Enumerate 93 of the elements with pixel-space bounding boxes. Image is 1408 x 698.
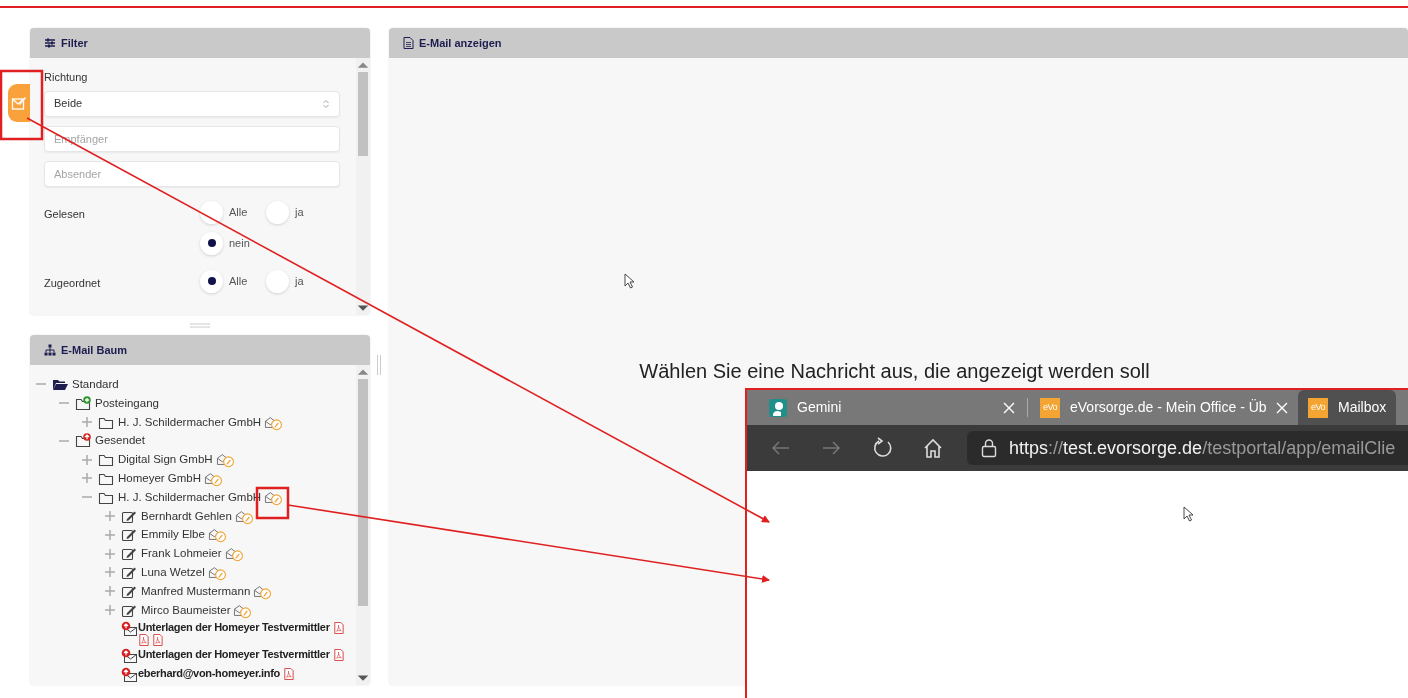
tree-item-label[interactable]: Mirco Baumeister bbox=[141, 600, 231, 620]
pdf-icon[interactable] bbox=[138, 634, 149, 647]
site-favicon bbox=[769, 398, 787, 417]
assign-mail-icon[interactable] bbox=[215, 452, 234, 469]
assign-mail-icon[interactable] bbox=[264, 414, 283, 431]
edit-icon bbox=[121, 546, 137, 562]
radio-button[interactable] bbox=[200, 231, 223, 255]
expand-icon[interactable] bbox=[105, 567, 115, 578]
text-field[interactable]: Absender bbox=[44, 160, 340, 187]
edit-icon bbox=[121, 527, 137, 543]
radio-label: nein bbox=[229, 235, 250, 251]
tree-item-label[interactable]: Emmily Elbe bbox=[141, 525, 205, 545]
expand-icon[interactable] bbox=[105, 510, 115, 521]
tree-item-label[interactable]: Standard bbox=[72, 375, 119, 394]
mail-subject[interactable]: eberhard@von-homeyer.info bbox=[138, 667, 280, 681]
envelope-upload-icon bbox=[121, 621, 138, 637]
lock-icon bbox=[981, 438, 997, 458]
close-icon[interactable] bbox=[1276, 401, 1288, 414]
cursor-icon bbox=[624, 273, 635, 289]
document-icon bbox=[403, 37, 414, 49]
field-label: Gelesen bbox=[44, 206, 86, 222]
pdf-icon[interactable] bbox=[332, 621, 344, 634]
folder-icon bbox=[98, 452, 114, 468]
site-favicon: eVo bbox=[1308, 397, 1328, 418]
tree-item-label[interactable]: Gesendet bbox=[95, 431, 145, 451]
assign-mail-icon[interactable] bbox=[264, 489, 283, 506]
tree-item-label[interactable]: Posteingang bbox=[95, 393, 159, 413]
sitemap-icon bbox=[44, 344, 56, 356]
tree-item-label[interactable]: Manfred Mustermann bbox=[141, 581, 251, 601]
open-folder-icon bbox=[52, 377, 68, 392]
scrollbar[interactable] bbox=[356, 58, 370, 315]
cursor-icon bbox=[1183, 506, 1194, 522]
tree-item-label[interactable]: Digital Sign GmbH bbox=[118, 450, 213, 469]
site-favicon: eVo bbox=[1040, 397, 1060, 418]
assign-mail-icon[interactable] bbox=[207, 527, 226, 544]
browser-tab[interactable]: Gemini bbox=[759, 390, 1025, 425]
assign-mail-icon[interactable] bbox=[233, 602, 252, 619]
url-text: https://test.evorsorge.de/testportal/app/emailClie bbox=[1009, 436, 1396, 460]
side-tab[interactable] bbox=[8, 84, 30, 122]
mail-subject[interactable]: Unterlagen der Homeyer Testvermittler bbox=[138, 648, 330, 662]
assign-mail-icon[interactable] bbox=[204, 471, 223, 487]
folder-upload-icon bbox=[75, 433, 91, 449]
annotation-box bbox=[0, 69, 44, 141]
scrollbar[interactable] bbox=[356, 365, 370, 685]
mail-subject[interactable]: Unterlagen der Homeyer Testvermittler bbox=[138, 621, 330, 635]
browser-tab[interactable]: eVo Mailbox bbox=[1298, 390, 1397, 425]
address-bar[interactable]: https://test.evorsorge.de/testportal/app/emailClie bbox=[967, 431, 1408, 465]
expand-icon[interactable] bbox=[105, 604, 115, 615]
tree-item-label[interactable]: H. J. Schildermacher GmbH bbox=[118, 412, 262, 432]
scrollbar-thumb[interactable] bbox=[358, 379, 368, 606]
radio-button[interactable] bbox=[266, 200, 289, 224]
filter-icon bbox=[44, 37, 56, 49]
folder-icon bbox=[98, 471, 114, 486]
pdf-icon[interactable] bbox=[283, 667, 294, 680]
expand-icon[interactable] bbox=[82, 454, 92, 465]
field-label: Richtung bbox=[44, 70, 89, 85]
radio-label: Alle bbox=[229, 273, 248, 289]
browser-tab[interactable]: eVo eVorsorge.de - Mein Office - Üb bbox=[1030, 390, 1298, 425]
assign-mail-icon[interactable] bbox=[224, 546, 243, 563]
radio-button[interactable] bbox=[200, 269, 223, 293]
close-icon[interactable] bbox=[1003, 401, 1015, 414]
envelope-upload-icon bbox=[121, 648, 138, 664]
radio-label: ja bbox=[295, 204, 304, 220]
empty-state-message: Wählen Sie eine Nachricht aus, die angezeigt werden soll bbox=[639, 361, 1150, 381]
scrollbar-thumb[interactable] bbox=[358, 72, 368, 156]
select-caret-icon bbox=[322, 98, 330, 109]
panel-title: E-Mail Baum bbox=[61, 342, 127, 358]
tree-item-label[interactable]: Luna Wetzel bbox=[141, 562, 205, 582]
radio-label: ja bbox=[295, 273, 304, 289]
radio-button[interactable] bbox=[266, 269, 289, 293]
direction-select[interactable]: Beide bbox=[44, 90, 340, 117]
field-label: Zugeordnet bbox=[44, 275, 102, 291]
radio-button[interactable] bbox=[200, 200, 223, 224]
compose-mail-icon[interactable] bbox=[11, 95, 27, 111]
splitter-handle[interactable] bbox=[190, 322, 210, 328]
pdf-icon[interactable] bbox=[332, 648, 344, 661]
assign-mail-icon[interactable] bbox=[253, 583, 272, 600]
expand-icon[interactable] bbox=[105, 548, 115, 559]
expand-icon[interactable] bbox=[82, 473, 92, 484]
splitter-handle[interactable] bbox=[377, 355, 381, 375]
tree-item-label[interactable]: Frank Lohmeier bbox=[141, 544, 222, 563]
radio-label: Alle bbox=[229, 204, 248, 220]
tree-item-label[interactable]: Bernhardt Gehlen bbox=[141, 506, 232, 526]
assign-mail-icon[interactable] bbox=[207, 564, 226, 581]
folder-plus-icon bbox=[75, 395, 91, 411]
pdf-icon[interactable] bbox=[152, 634, 163, 647]
panel-title: E-Mail anzeigen bbox=[419, 35, 502, 51]
expand-icon[interactable] bbox=[105, 529, 115, 540]
expand-icon[interactable] bbox=[82, 417, 92, 427]
expand-icon[interactable] bbox=[105, 586, 115, 597]
panel-title: Filter bbox=[61, 35, 88, 51]
tree-item-label[interactable]: Homeyer GmbH bbox=[118, 469, 202, 488]
assign-mail-icon[interactable] bbox=[234, 508, 253, 525]
